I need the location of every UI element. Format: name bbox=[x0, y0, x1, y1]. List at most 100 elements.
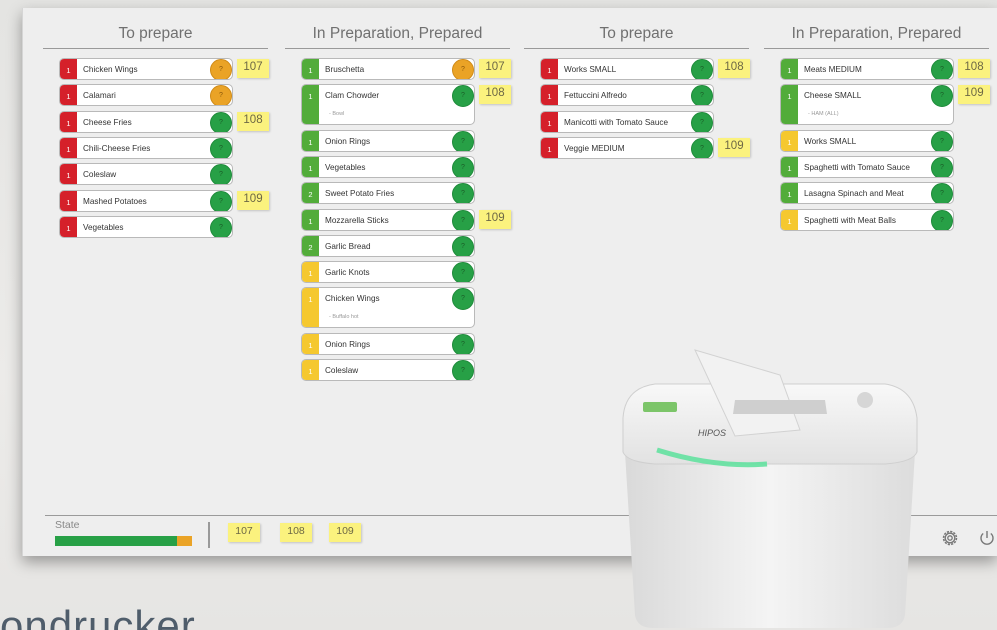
status-indicator[interactable]: ? bbox=[452, 209, 474, 230]
gear-icon[interactable] bbox=[940, 528, 960, 548]
quantity-badge: 1 bbox=[781, 183, 798, 204]
status-indicator[interactable]: ? bbox=[931, 183, 953, 204]
order-ticket[interactable]: 1 Manicotti with Tomato Sauce? bbox=[540, 110, 714, 133]
order-number-note: 108 bbox=[958, 59, 990, 78]
quantity-badge: 1 bbox=[302, 262, 319, 283]
order-note-button[interactable]: 107 bbox=[228, 523, 260, 542]
order-ticket[interactable]: 1 Garlic Knots? bbox=[301, 261, 475, 284]
order-ticket[interactable]: 1 Lasagna Spinach and Meat? bbox=[780, 182, 954, 205]
item-name: Cheese Fries bbox=[83, 117, 132, 127]
quantity-badge: 1 bbox=[302, 156, 319, 177]
order-ticket[interactable]: 1 Coleslaw? bbox=[59, 163, 233, 186]
status-indicator[interactable]: ? bbox=[452, 59, 474, 79]
order-ticket[interactable]: 1 Cheese Fries? bbox=[59, 110, 233, 133]
item-name: Chicken Wings bbox=[325, 294, 380, 304]
status-indicator[interactable]: ? bbox=[210, 85, 232, 106]
order-ticket[interactable]: 1 Works SMALL? bbox=[540, 58, 714, 80]
order-ticket[interactable]: 1 Onion Rings? bbox=[301, 332, 475, 355]
status-indicator[interactable]: ? bbox=[691, 59, 713, 79]
order-ticket[interactable]: 2 Sweet Potato Fries? bbox=[301, 182, 475, 205]
order-ticket[interactable]: 1 Chicken Wings - Buffalo hot? bbox=[301, 287, 475, 329]
status-indicator[interactable]: ? bbox=[931, 130, 953, 151]
item-name: Fettuccini Alfredo bbox=[564, 91, 627, 101]
order-ticket[interactable]: 1 Meats MEDIUM? bbox=[780, 58, 954, 80]
status-indicator[interactable]: ? bbox=[210, 164, 232, 185]
order-note-button[interactable]: 109 bbox=[329, 523, 361, 542]
state-label: State bbox=[55, 519, 80, 531]
order-ticket[interactable]: 1 Veggie MEDIUM? bbox=[540, 136, 714, 159]
order-ticket[interactable]: 1 Onion Rings? bbox=[301, 129, 475, 152]
quantity-badge: 1 bbox=[302, 333, 319, 354]
item-name: Vegetables bbox=[83, 222, 124, 232]
item-name: Spaghetti with Meat Balls bbox=[804, 215, 896, 225]
quantity-badge: 1 bbox=[60, 137, 77, 158]
item-name: Chicken Wings bbox=[83, 65, 138, 74]
status-indicator[interactable]: ? bbox=[452, 183, 474, 204]
quantity-badge: 1 bbox=[60, 190, 77, 211]
order-ticket[interactable]: 1 Works SMALL? bbox=[780, 129, 954, 152]
status-indicator[interactable]: ? bbox=[452, 360, 474, 380]
order-ticket[interactable]: 1 Chicken Wings? bbox=[59, 58, 233, 80]
order-ticket[interactable]: 1 Chili-Cheese Fries? bbox=[59, 136, 233, 159]
order-ticket[interactable]: 1 Mozzarella Sticks? bbox=[301, 208, 475, 231]
status-indicator[interactable]: ? bbox=[452, 130, 474, 151]
printer-brand: HIPOS bbox=[698, 428, 726, 438]
status-indicator[interactable]: ? bbox=[931, 85, 953, 108]
item-name: Coleslaw bbox=[325, 366, 359, 375]
order-ticket[interactable]: 1 Calamari? bbox=[59, 84, 233, 107]
order-ticket[interactable]: 1 Cheese SMALL - HAM (ALL)? bbox=[780, 84, 954, 126]
status-indicator[interactable]: ? bbox=[931, 59, 953, 79]
item-name: Works SMALL bbox=[564, 65, 617, 74]
item-name: Manicotti with Tomato Sauce bbox=[564, 117, 669, 127]
status-indicator[interactable]: ? bbox=[931, 209, 953, 230]
status-indicator[interactable]: ? bbox=[931, 156, 953, 177]
quantity-badge: 1 bbox=[60, 59, 77, 79]
quantity-badge: 1 bbox=[302, 85, 319, 125]
order-ticket[interactable]: 1 Coleslaw? bbox=[301, 359, 475, 381]
order-number-note: 108 bbox=[237, 111, 269, 131]
state-progress-bar bbox=[55, 536, 192, 546]
footer-divider bbox=[208, 522, 210, 548]
order-ticket[interactable]: 1 Clam Chowder - Bowl? bbox=[301, 84, 475, 126]
quantity-badge: 1 bbox=[781, 130, 798, 151]
order-ticket[interactable]: 1 Spaghetti with Meat Balls? bbox=[780, 208, 954, 231]
column-title: To prepare bbox=[43, 25, 268, 49]
item-name: Veggie MEDIUM bbox=[564, 143, 625, 153]
item-name: Onion Rings bbox=[325, 136, 371, 146]
status-indicator[interactable]: ? bbox=[691, 85, 713, 106]
order-column: To prepare 1 Chicken Wings? 107 1 Calamari? 1 C… bbox=[43, 25, 269, 238]
status-indicator[interactable]: ? bbox=[691, 137, 713, 158]
status-indicator[interactable]: ? bbox=[452, 288, 474, 311]
order-ticket[interactable]: 1 Fettuccini Alfredo? bbox=[540, 84, 714, 107]
quantity-badge: 1 bbox=[302, 209, 319, 230]
order-ticket[interactable]: 1 Vegetables? bbox=[59, 215, 233, 238]
order-ticket[interactable]: 1 Mashed Potatoes? bbox=[59, 189, 233, 212]
order-ticket[interactable]: 2 Garlic Bread? bbox=[301, 234, 475, 257]
quantity-badge: 1 bbox=[60, 111, 77, 132]
status-indicator[interactable]: ? bbox=[210, 216, 232, 237]
background-caption: ondrucker bbox=[0, 602, 196, 630]
order-ticket[interactable]: 1 Vegetables? bbox=[301, 155, 475, 178]
order-column: In Preparation, Prepared 1 Bruschetta? 107 1… bbox=[285, 25, 511, 381]
status-indicator[interactable]: ? bbox=[210, 111, 232, 132]
order-number-note: 107 bbox=[237, 59, 269, 78]
status-indicator[interactable]: ? bbox=[452, 262, 474, 283]
status-indicator[interactable]: ? bbox=[210, 137, 232, 158]
order-note-button[interactable]: 108 bbox=[280, 523, 312, 542]
status-indicator[interactable]: ? bbox=[452, 156, 474, 177]
status-indicator[interactable]: ? bbox=[691, 111, 713, 132]
status-indicator[interactable]: ? bbox=[210, 59, 232, 79]
order-column: To prepare 1 Works SMALL? 108 1 Fettuccini Al… bbox=[524, 25, 750, 159]
status-indicator[interactable]: ? bbox=[452, 333, 474, 354]
quantity-badge: 1 bbox=[302, 59, 319, 79]
order-ticket[interactable]: 1 Spaghetti with Tomato Sauce? bbox=[780, 155, 954, 178]
item-name: Clam Chowder bbox=[325, 91, 380, 101]
order-ticket[interactable]: 1 Bruschetta? bbox=[301, 58, 475, 80]
status-indicator[interactable]: ? bbox=[210, 190, 232, 211]
state-progress-orange bbox=[176, 536, 192, 546]
item-name: Vegetables bbox=[325, 162, 366, 172]
status-indicator[interactable]: ? bbox=[452, 235, 474, 256]
power-icon[interactable] bbox=[977, 528, 997, 548]
status-indicator[interactable]: ? bbox=[452, 85, 474, 108]
item-name: Onion Rings bbox=[325, 339, 371, 349]
